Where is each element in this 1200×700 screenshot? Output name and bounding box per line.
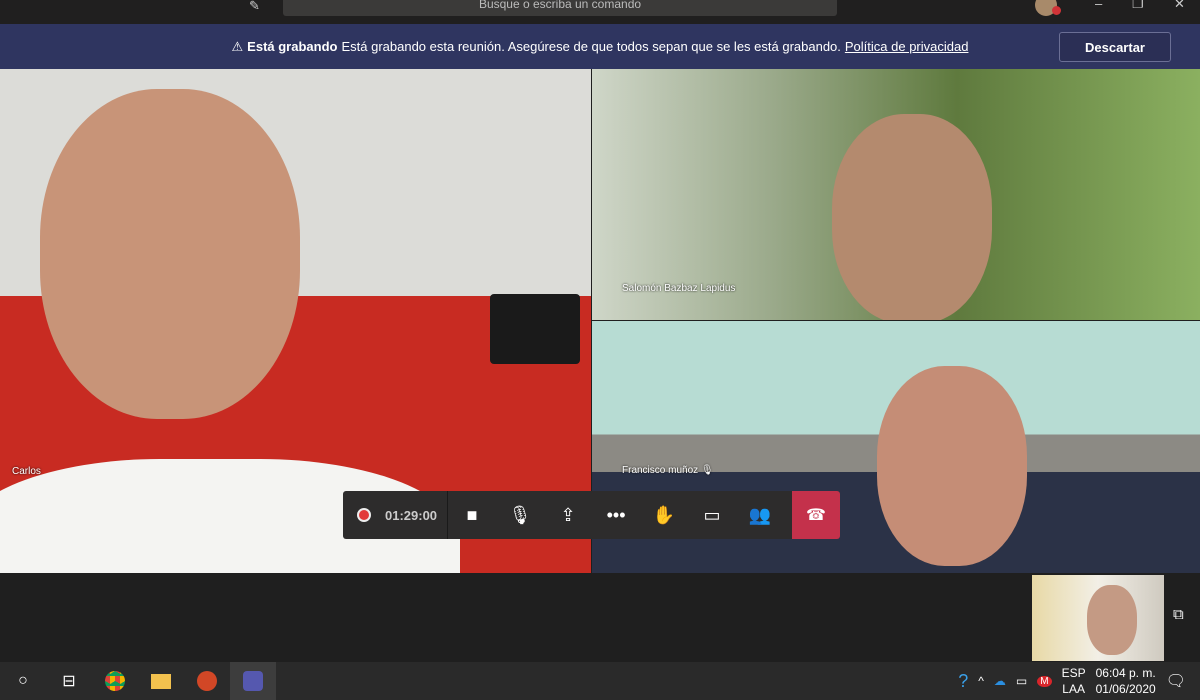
share-screen-button[interactable]: ⇪ [544,491,592,539]
video-tile-salomon: Salomón Bazbaz Lapidus [592,69,1200,320]
compose-icon[interactable]: ✎ [249,0,260,14]
start-search-icon[interactable]: ○ [0,662,46,700]
windows-taskbar: ○ ⊟ ? ^ ☁ ▭ M ESP LAA 06:04 p. m. 01/06/20… [0,662,1200,700]
privacy-policy-link[interactable]: Política de privacidad [845,39,969,54]
chat-button[interactable]: ▭ [688,491,736,539]
dismiss-button[interactable]: Descartar [1059,32,1171,62]
participants-button[interactable]: 👥 [736,491,784,539]
close-button[interactable]: ✕ [1174,0,1185,12]
mega-icon[interactable]: M [1037,675,1052,687]
mic-muted-icon: 🎙 [700,465,714,476]
search-command-input[interactable]: Busque o escriba un comando [283,0,837,16]
lang-code: ESP [1061,666,1086,680]
search-placeholder: Busque o escriba un comando [478,0,642,11]
system-tray: ? ^ ☁ ▭ M ESP LAA 06:04 p. m. 01/06/2020 🗨 [958,662,1200,700]
maximize-button[interactable]: ❐ [1132,0,1144,12]
camera-settings-icon[interactable]: ⧉ [1173,606,1184,623]
clock[interactable]: 06:04 p. m. 01/06/2020 [1096,665,1156,697]
clock-time: 06:04 p. m. [1095,666,1156,680]
self-video [1087,585,1137,655]
status-dot [1052,6,1061,15]
chrome-icon[interactable] [92,662,138,700]
recording-banner: ⚠ Está grabando Está grabando esta reuni… [0,24,1200,69]
banner-message: Está grabando esta reunión. Asegúrese de… [341,39,841,54]
call-controls: 01:29:00 ■ 🎙 ⇪ ••• ✋ ▭ 👥 ☎ [343,491,840,539]
notifications-icon[interactable]: 🗨 [1166,671,1186,691]
clock-date: 01/06/2020 [1095,682,1156,696]
language-indicator[interactable]: ESP LAA [1062,665,1086,697]
participant-name: Carlos [12,466,41,477]
minimize-button[interactable]: – [1095,0,1102,11]
chevron-up-icon[interactable]: ^ [978,674,984,688]
microphone-button[interactable]: 🎙 [496,491,544,539]
participant-name: Salomón Bazbaz Lapidus [622,283,736,294]
participant-video [877,366,1027,566]
record-icon [357,508,371,522]
battery-icon[interactable]: ▭ [1016,674,1027,688]
file-explorer-icon[interactable] [138,662,184,700]
more-options-button[interactable]: ••• [592,491,640,539]
warning-icon: ⚠ [231,38,244,54]
onedrive-icon[interactable]: ☁ [994,674,1006,688]
hang-up-button[interactable]: ☎ [792,491,840,539]
lang-layout: LAA [1062,682,1085,696]
help-icon[interactable]: ? [958,671,968,692]
teams-icon[interactable] [230,662,276,700]
self-video-preview[interactable] [1032,575,1164,661]
powerpoint-icon[interactable] [184,662,230,700]
camera-button[interactable]: ■ [448,491,496,539]
recording-indicator: 01:29:00 [343,491,449,539]
title-bar: ✎ Busque o escriba un comando – ❐ ✕ [0,0,1200,24]
participant-video [40,89,300,419]
raise-hand-button[interactable]: ✋ [640,491,688,539]
task-view-icon[interactable]: ⊟ [46,662,92,700]
speaker [490,294,580,364]
banner-title: Está grabando [247,39,338,54]
participant-video [832,114,992,320]
participant-name: Francisco muñoz [622,465,699,476]
call-timer: 01:29:00 [385,507,438,523]
